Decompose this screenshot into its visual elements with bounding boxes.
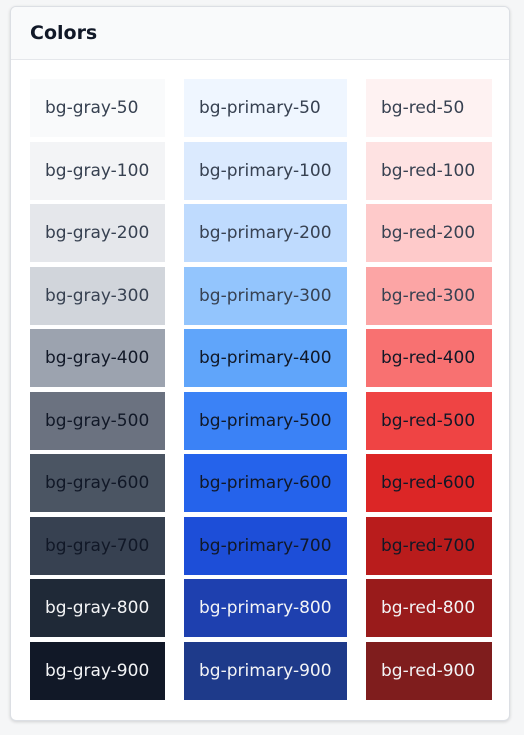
swatch-bg-primary-900: bg-primary-900 bbox=[184, 642, 347, 700]
swatch-bg-gray-900: bg-gray-900 bbox=[30, 642, 165, 700]
swatch-bg-gray-600: bg-gray-600 bbox=[30, 454, 165, 512]
swatch-bg-red-400: bg-red-400 bbox=[366, 329, 492, 387]
swatch-bg-primary-400: bg-primary-400 bbox=[184, 329, 347, 387]
swatch-bg-primary-600: bg-primary-600 bbox=[184, 454, 347, 512]
swatch-bg-gray-400: bg-gray-400 bbox=[30, 329, 165, 387]
swatch-bg-red-900: bg-red-900 bbox=[366, 642, 492, 700]
swatch-bg-gray-50: bg-gray-50 bbox=[30, 79, 165, 137]
swatch-bg-gray-200: bg-gray-200 bbox=[30, 204, 165, 262]
swatch-bg-primary-50: bg-primary-50 bbox=[184, 79, 347, 137]
swatch-bg-gray-100: bg-gray-100 bbox=[30, 142, 165, 200]
swatch-bg-red-100: bg-red-100 bbox=[366, 142, 492, 200]
swatch-bg-gray-700: bg-gray-700 bbox=[30, 517, 165, 575]
swatch-bg-gray-500: bg-gray-500 bbox=[30, 392, 165, 450]
swatch-bg-red-800: bg-red-800 bbox=[366, 579, 492, 637]
swatch-bg-gray-300: bg-gray-300 bbox=[30, 267, 165, 325]
swatch-bg-primary-100: bg-primary-100 bbox=[184, 142, 347, 200]
swatch-bg-red-500: bg-red-500 bbox=[366, 392, 492, 450]
swatch-bg-red-300: bg-red-300 bbox=[366, 267, 492, 325]
card-header: Colors bbox=[11, 7, 509, 60]
swatch-bg-red-700: bg-red-700 bbox=[366, 517, 492, 575]
colors-card: Colors bg-gray-50 bg-gray-100 bg-gray-200 b… bbox=[10, 6, 510, 721]
swatch-bg-primary-200: bg-primary-200 bbox=[184, 204, 347, 262]
swatch-bg-primary-300: bg-primary-300 bbox=[184, 267, 347, 325]
swatch-bg-red-200: bg-red-200 bbox=[366, 204, 492, 262]
swatch-bg-red-50: bg-red-50 bbox=[366, 79, 492, 137]
swatch-bg-red-600: bg-red-600 bbox=[366, 454, 492, 512]
swatch-bg-primary-800: bg-primary-800 bbox=[184, 579, 347, 637]
card-title: Colors bbox=[30, 22, 98, 44]
swatch-bg-gray-800: bg-gray-800 bbox=[30, 579, 165, 637]
swatch-bg-primary-500: bg-primary-500 bbox=[184, 392, 347, 450]
swatch-bg-primary-700: bg-primary-700 bbox=[184, 517, 347, 575]
